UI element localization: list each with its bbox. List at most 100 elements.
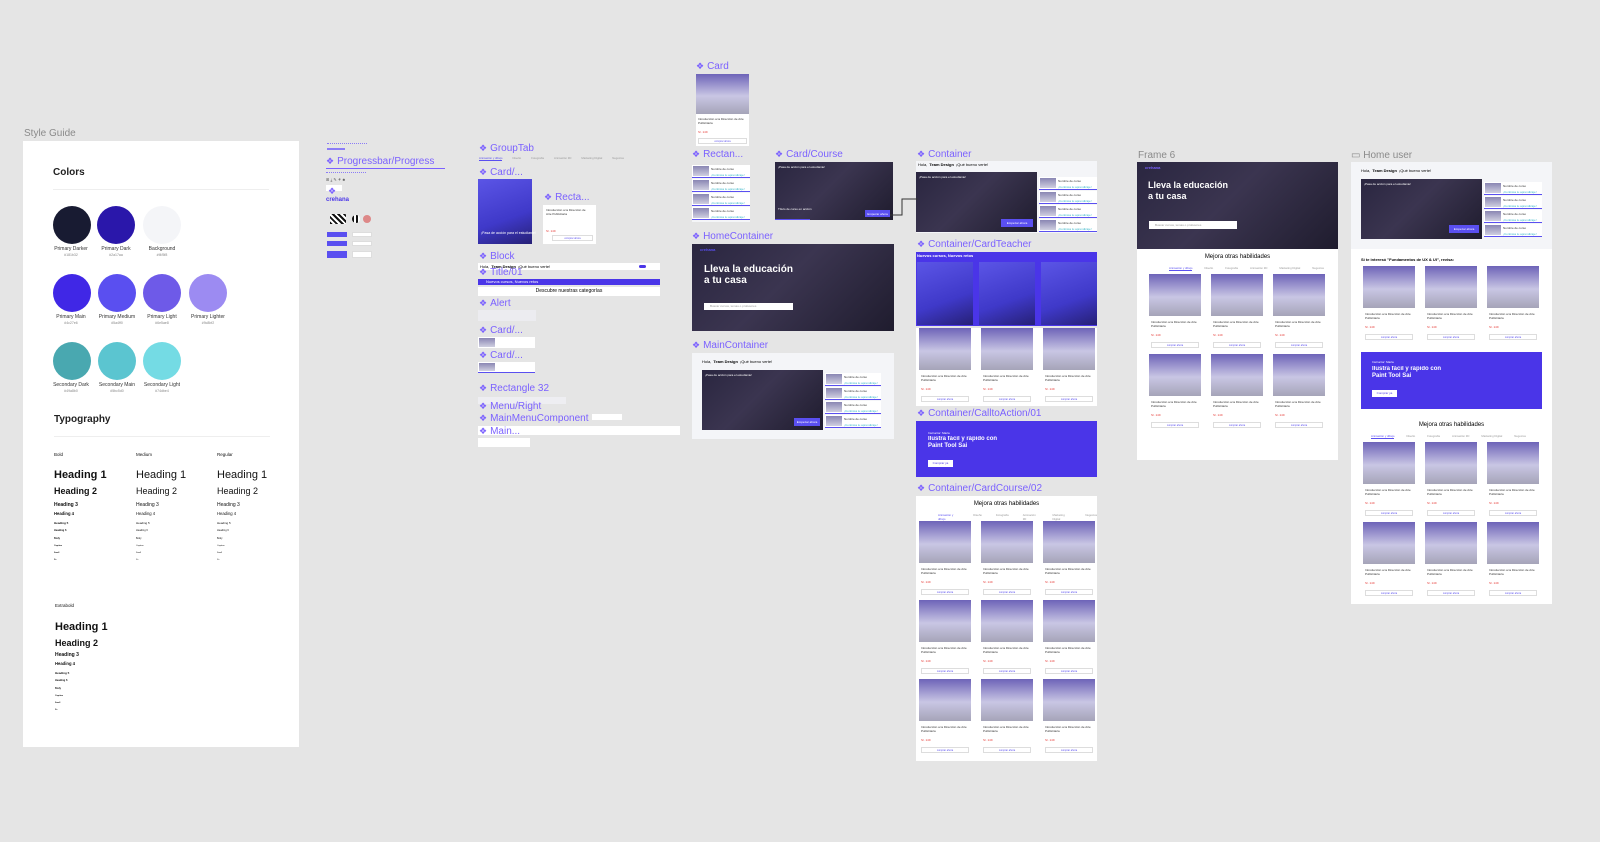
course-card[interactable]: Introducción a la Dirección de Arte Publ… (919, 600, 971, 676)
category-tabs[interactable]: Animación y dibujo Diseño Fotografía Animac… (1169, 266, 1324, 271)
tab[interactable]: Marketing Digital (1279, 266, 1300, 271)
course-list-item[interactable]: Nombre de curso ¡Continúa tu aprendizaje… (1039, 191, 1097, 204)
course-card[interactable]: Introducción a la Dirección de Arte Publ… (981, 679, 1033, 755)
tab[interactable]: Animación 3D (554, 156, 571, 161)
course-list-item[interactable]: Nombre de curso ¡Continúa tu aprendizaje… (692, 207, 750, 220)
course-card[interactable]: Introducción a la Dirección de Arte Publ… (1211, 274, 1263, 350)
component-label-main-menu[interactable]: ❖ MainMenuComponent (479, 413, 588, 424)
buy-button[interactable]: comprar ahora (1365, 590, 1413, 596)
tab[interactable]: Animación y dibujo (1169, 266, 1193, 271)
buy-button[interactable]: comprar ahora (921, 747, 969, 753)
swatch-primary-lighter[interactable] (189, 274, 227, 312)
cta-button[interactable]: Comprar ya (1372, 390, 1397, 397)
buy-button[interactable]: comprar ahora (698, 138, 747, 144)
mobile-menu[interactable] (478, 438, 530, 447)
continue-button[interactable]: Empezar ahora (794, 418, 820, 426)
swatch-background[interactable] (143, 206, 181, 244)
buy-button[interactable]: comprar ahora (1213, 422, 1261, 428)
course-card[interactable]: Introducción a la Dirección de Arte Publ… (1487, 266, 1539, 342)
continue-button[interactable]: Empezar ahora (865, 210, 890, 217)
home-user-frame[interactable]: Hola, Team Design ¡Qué bueno verte! ¡Pasa … (1351, 162, 1552, 604)
course-list-item[interactable]: Nombre de curso ¡Continúa tu aprendizaje… (692, 193, 750, 206)
course-list-item[interactable]: Nombre de curso ¡Continúa tu aprendizaje… (1484, 210, 1542, 223)
course-card[interactable]: Introducción a la Dirección de Arte Publ… (981, 328, 1033, 404)
component-label-alert[interactable]: ❖ Alert (479, 298, 511, 309)
card-course-hero[interactable]: ¡Pasa de acción para el estudiante! Títu… (775, 162, 893, 220)
tab[interactable]: Diseño (1204, 266, 1213, 271)
course-card[interactable]: Introducción a la Dirección de Arte Publ… (1273, 354, 1325, 430)
tab[interactable]: Diseño (1406, 434, 1415, 439)
group-tab[interactable]: Animación y dibujo Diseño Fotografía Animac… (479, 156, 624, 161)
course-list-item[interactable]: Nombre de curso ¡Continúa tu aprendizaje… (825, 373, 881, 386)
continue-button[interactable]: Empezar ahora (1001, 219, 1033, 227)
button-primary[interactable] (327, 232, 347, 237)
component-label-rectangle-b[interactable]: ❖ Rectan... (692, 149, 743, 160)
course-list-item[interactable]: Nombre de curso ¡Continúa tu aprendizaje… (692, 179, 750, 192)
style-guide-frame[interactable]: Colors Primary Darker #181b32 Primary Da… (23, 141, 299, 747)
tab[interactable]: Fotografía (1427, 434, 1440, 439)
course-card[interactable]: Introducción a la Dirección de Arte Publ… (1043, 521, 1095, 597)
swatch-primary-main[interactable] (53, 274, 91, 312)
button-primary[interactable] (327, 251, 347, 258)
component-label-container[interactable]: ❖ Container (917, 149, 971, 160)
course-card[interactable]: Introducción a la Dirección de Arte Publ… (1043, 328, 1095, 404)
card-teacher[interactable]: ¡Pasa de acción para el estudiante! (478, 179, 536, 244)
buy-button[interactable]: comprar ahora (1045, 589, 1093, 595)
buy-button[interactable]: comprar ahora (1275, 342, 1323, 348)
buy-button[interactable]: comprar ahora (921, 396, 969, 402)
buy-button[interactable]: comprar ahora (921, 668, 969, 674)
progress-bar[interactable] (326, 168, 445, 169)
tab[interactable]: Marketing Digital (581, 156, 602, 161)
course-card[interactable]: Introducción a la Dirección de Arte Publ… (919, 679, 971, 755)
course-list-item[interactable]: Nombre de curso ¡Continúa tu aprendizaje… (825, 387, 881, 400)
course-card[interactable]: Introducción a la Dirección de Arte Publ… (919, 521, 971, 597)
swatch-secondary-dark[interactable] (53, 342, 91, 380)
component-label-container-cta[interactable]: ❖ Container/CalltoAction/01 (917, 408, 1041, 419)
card-teacher[interactable] (917, 262, 973, 325)
tab[interactable]: Negocios (612, 156, 624, 161)
course-card[interactable]: Introducción a la Dirección de Arte Publ… (1363, 266, 1415, 342)
buy-button[interactable]: comprar ahora (983, 747, 1031, 753)
course-list-item[interactable]: Nombre de curso ¡Continúa tu aprendizaje… (1039, 177, 1097, 190)
buy-button[interactable]: comprar ahora (1427, 590, 1475, 596)
course-list-item[interactable]: Nombre de curso ¡Continúa tu aprendizaje… (1484, 182, 1542, 195)
tab[interactable]: Negocios (1514, 434, 1526, 439)
course-list-item[interactable] (478, 362, 535, 373)
course-list-item[interactable]: Nombre de curso ¡Continúa tu aprendizaje… (1484, 224, 1542, 237)
buy-button[interactable]: comprar ahora (1151, 342, 1199, 348)
buy-button[interactable]: comprar ahora (983, 589, 1031, 595)
buy-button[interactable]: comprar ahora (1365, 334, 1413, 340)
course-card[interactable]: Introducción a la Dirección de Arte Publ… (696, 74, 749, 146)
component-label-card-teacher[interactable]: ❖ Card/... (479, 167, 523, 178)
cta-button[interactable]: Comprar ya (928, 460, 953, 467)
card-course-hero[interactable]: ¡Pasa de acción para el estudiante! Empe… (702, 370, 823, 430)
search-input[interactable]: Buscar cursos, temas o profesores (1149, 221, 1237, 229)
course-card[interactable]: Introducción a la Dirección de Arte Publ… (1043, 600, 1095, 676)
frame6[interactable]: crehana Lleva la educación a tu casa Busc… (1137, 162, 1338, 460)
course-list-item[interactable]: Nombre de curso ¡Continúa tu aprendizaje… (1039, 205, 1097, 218)
button-secondary[interactable] (352, 241, 372, 246)
component-label-rectangle[interactable]: ❖ Recta... (544, 192, 590, 203)
course-card[interactable]: Introducción a la Dirección de Arte Publ… (1043, 679, 1095, 755)
course-list-item[interactable]: Nombre de curso ¡Continúa tu aprendizaje… (692, 165, 750, 178)
button-secondary[interactable] (352, 251, 372, 258)
buy-button[interactable]: comprar ahora (1427, 334, 1475, 340)
course-card[interactable]: Introducción a la Dirección de Arte Publ… (1487, 522, 1539, 598)
continue-button[interactable]: Empezar ahora (1449, 225, 1479, 233)
buy-button[interactable]: comprar ahora (983, 668, 1031, 674)
buy-button[interactable]: comprar ahora (1365, 510, 1413, 516)
swatch-primary-dark[interactable] (97, 206, 135, 244)
swatch-secondary-light[interactable] (143, 342, 181, 380)
course-card[interactable]: Introducción a la Dirección de Arte Publ… (919, 328, 971, 404)
course-card[interactable]: Introducción a la Dirección de Arte Publ… (1487, 442, 1539, 518)
course-list-item[interactable]: Nombre de curso ¡Continúa tu aprendizaje… (825, 401, 881, 414)
tab[interactable]: Animación y dibujo (479, 156, 503, 161)
component-label-card[interactable]: ❖ Card (696, 61, 729, 72)
buy-button[interactable]: comprar ahora (1045, 396, 1093, 402)
course-list-item[interactable]: Nombre de curso ¡Continúa tu aprendizaje… (825, 415, 881, 428)
component-label-menu-right[interactable]: ❖ Menu/Right (479, 401, 541, 412)
component-label-main-container[interactable]: ❖ MainContainer (692, 340, 768, 351)
card-course-hero[interactable]: ¡Pasa de acción para el estudiante! Empe… (1361, 179, 1482, 239)
course-list-item[interactable]: Nombre de curso ¡Continúa tu aprendizaje… (1484, 196, 1542, 209)
card-teacher[interactable] (1041, 262, 1097, 325)
